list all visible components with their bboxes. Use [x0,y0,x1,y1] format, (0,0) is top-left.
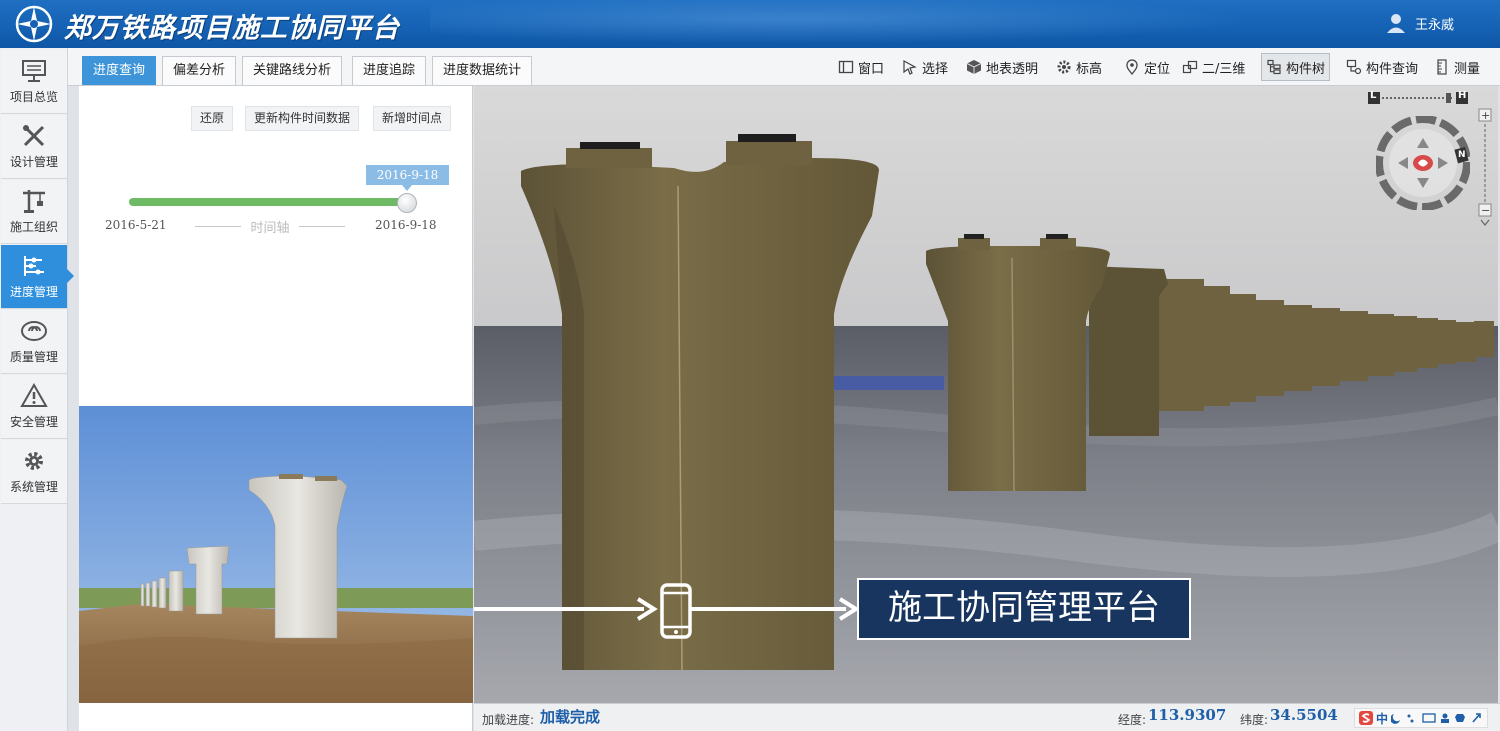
tools-icon [23,125,45,147]
progress-query-panel: 还原 更新构件时间数据 新增时间点 2016-9-18 2016-5-21 时间… [79,86,473,731]
nav-label: 系统管理 [9,480,58,494]
longitude-value: 113.9307 [1148,706,1227,724]
gear-icon [1057,60,1071,74]
ruler-icon [1437,59,1447,75]
timeline-start-date: 2016-5-21 [105,218,167,232]
tool-label: 地表透明 [986,61,1039,77]
tab-toolbar-row: 进度查询 偏差分析 关键路线分析 进度追踪 进度数据统计 窗口 选择 地表透明 … [68,48,1500,86]
nav-item-progress-management[interactable]: 进度管理 [1,245,74,309]
nav-item-quality-management[interactable]: 质量管理 [1,310,67,374]
svg-text:−: − [1481,204,1490,217]
nav-label: 设计管理 [9,155,58,169]
compass-navigator[interactable]: N [1375,115,1471,211]
timeline-current-date-tooltip: 2016-9-18 [366,165,449,191]
crane-icon [23,190,45,213]
tool-locate[interactable]: 定位 [1120,53,1174,81]
tool-label: 选择 [922,61,949,77]
tab-progress-statistics[interactable]: 进度数据统计 [432,56,533,85]
tree-icon [1267,59,1281,75]
tool-component-tree[interactable]: 构件树 [1261,53,1331,81]
app-title: 郑万铁路项目施工协同平台 [64,13,400,44]
tool-label: 窗口 [858,61,885,77]
tab-critical-path-analysis[interactable]: 关键路线分析 [242,56,343,85]
pin-icon [1126,59,1138,75]
gear-icon [25,452,43,470]
query-icon [1346,59,1362,75]
load-progress-value: 加载完成 [540,708,601,726]
ime-tool-icons [1391,713,1481,724]
tilt-slider-graphic: + − [1478,108,1492,226]
smartphone-icon [660,583,692,639]
status-bar: 加载进度: 加载完成 经度: 113.9307 纬度: 34.5504 中 [474,703,1500,731]
nav-item-safety-management[interactable]: 安全管理 [1,375,67,439]
tool-window[interactable]: 窗口 [834,53,888,81]
tool-select[interactable]: 选择 [898,53,952,81]
zoom-slider[interactable]: L H [1368,90,1468,104]
left-nav: 项目总览 设计管理 施工组织 进度管理 质量管理 安全管理 系统管理 [0,48,74,731]
user-name: 王永威 [1414,17,1454,33]
timeline-end-date: 2016-9-18 [375,218,437,232]
timeline-slider-handle[interactable] [397,193,417,213]
reset-button[interactable]: 还原 [191,106,234,131]
nav-item-project-overview[interactable]: 项目总览 [1,50,67,114]
tilt-slider[interactable]: + − [1478,108,1492,228]
latitude-label: 纬度: [1240,713,1269,727]
tool-2d-3d[interactable]: 二/三维 [1178,53,1249,81]
nav-label: 施工组织 [9,220,58,234]
zoom-low-label: L [1370,90,1377,101]
platform-callout: 施工协同管理平台 [857,578,1191,640]
tool-elevation[interactable]: 标高 [1052,53,1106,81]
load-progress-label: 加载进度: [482,713,535,727]
monitor-icon [22,60,46,82]
tool-surface-transparency[interactable]: 地表透明 [962,53,1042,81]
nav-label: 进度管理 [9,285,58,299]
nav-item-construction-org[interactable]: 施工组织 [1,180,67,244]
ime-language-label: 中 [1376,711,1389,726]
cube-icon [966,60,982,74]
latitude-value: 34.5504 [1270,706,1338,724]
update-component-time-button[interactable]: 更新构件时间数据 [245,106,360,131]
compass-icon [1375,115,1471,211]
zoom-slider-graphic [1368,92,1468,104]
nav-label: 质量管理 [9,350,58,364]
tool-label: 标高 [1076,61,1103,77]
ime-toolbar[interactable]: 中 [1354,708,1489,728]
tool-component-query[interactable]: 构件查询 [1342,53,1422,81]
user-avatar-icon [1386,14,1405,33]
nav-label: 项目总览 [9,90,58,104]
timeline-slider-track[interactable] [129,198,407,206]
user-menu[interactable]: 王永威 [1385,12,1454,34]
tool-label: 测量 [1454,61,1481,77]
window-icon [838,60,854,74]
svg-text:+: + [1481,109,1490,122]
tool-measure[interactable]: 测量 [1430,53,1484,81]
timeline-axis-label: 时间轴 [195,217,345,236]
longitude-label: 经度: [1118,713,1147,727]
site-photo [79,406,473,703]
logo-icon [15,5,53,43]
quality-icon [21,321,47,341]
cursor-icon [903,59,917,75]
nav-item-system-management[interactable]: 系统管理 [1,440,67,504]
nav-item-design-management[interactable]: 设计管理 [1,115,67,179]
app-header: 郑万铁路项目施工协同平台 王永威 [0,0,1500,48]
tool-label: 构件查询 [1366,61,1419,77]
warning-icon [20,383,48,407]
nav-label: 安全管理 [9,415,58,429]
tool-label: 二/三维 [1202,61,1246,77]
zoom-high-label: H [1458,90,1467,101]
tab-deviation-analysis[interactable]: 偏差分析 [162,56,237,85]
tab-progress-tracking[interactable]: 进度追踪 [352,56,427,85]
sliders-icon [24,256,44,276]
tool-label: 构件树 [1286,61,1326,77]
tool-label: 定位 [1144,61,1171,77]
dimension-icon [1182,60,1198,74]
tab-progress-query[interactable]: 进度查询 [82,56,157,85]
compass-north-label: N [1458,150,1466,160]
sogou-icon [1359,711,1373,725]
add-time-point-button[interactable]: 新增时间点 [373,106,452,131]
3d-viewport[interactable]: L H + − N 现场 施工协同管理平台 [474,86,1498,703]
